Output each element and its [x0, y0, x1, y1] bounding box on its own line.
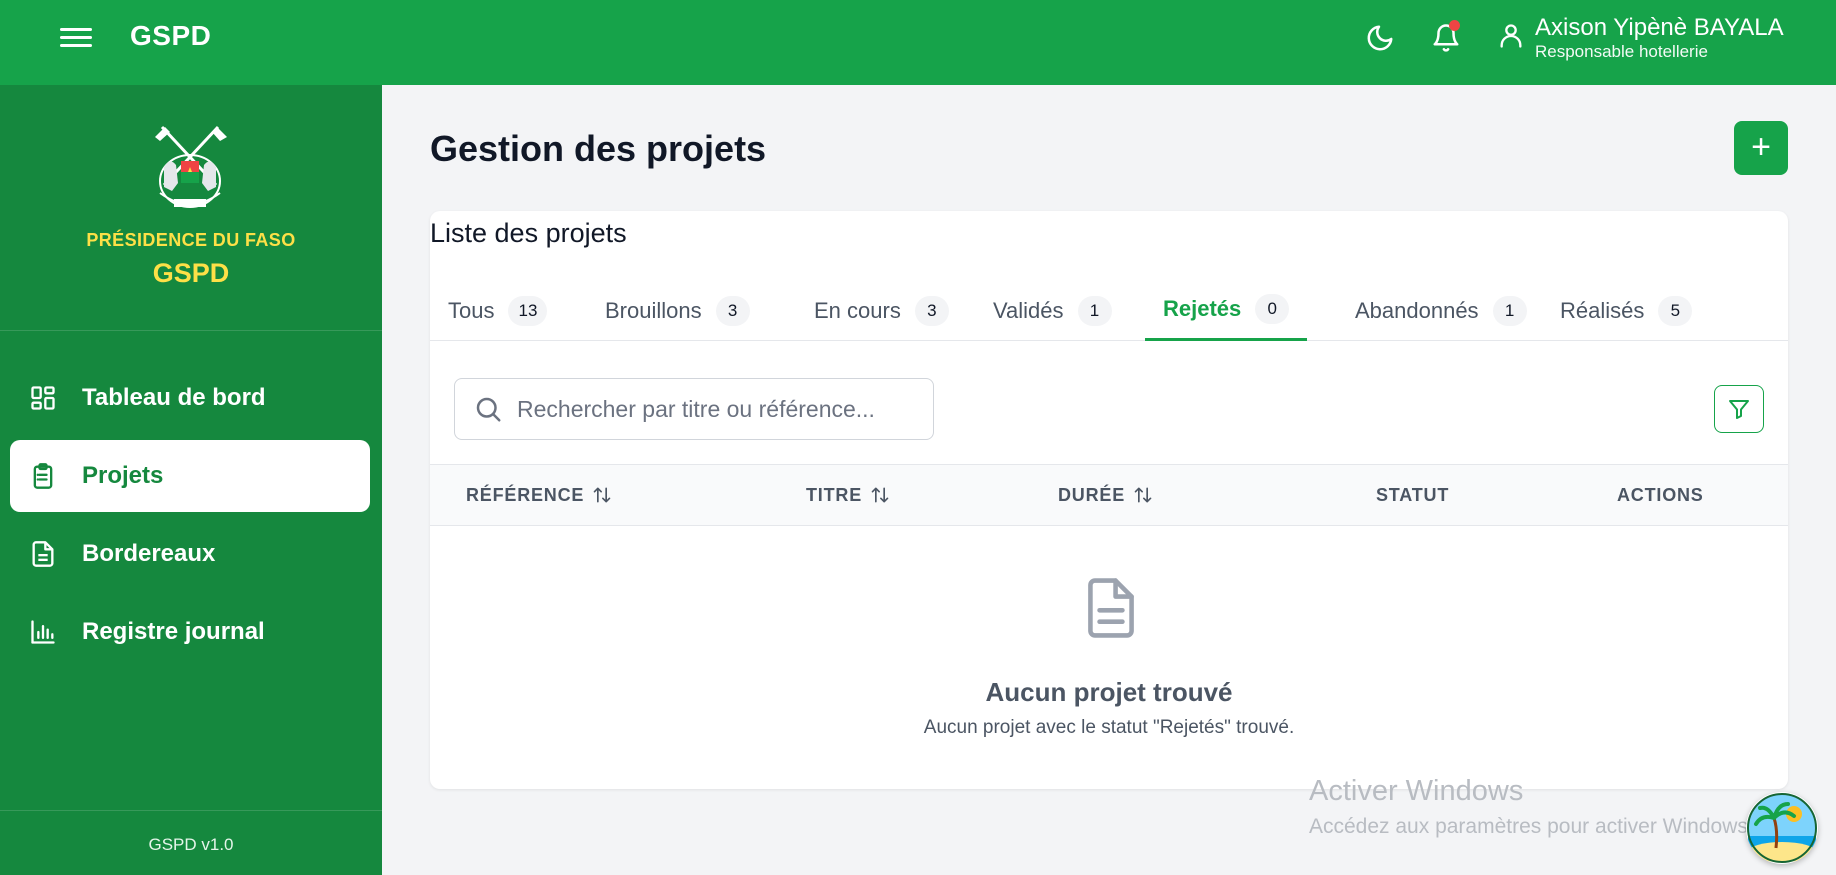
floating-assistant-button[interactable]: [1746, 792, 1818, 864]
column-label: DURÉE: [1058, 484, 1126, 505]
dashboard-grid-icon: [28, 383, 58, 413]
column-statut: STATUT: [1376, 465, 1449, 525]
app-version: GSPD v1.0: [148, 835, 234, 854]
search-box: [454, 378, 934, 440]
tab-count-badge: 0: [1255, 294, 1290, 324]
beach-avatar-icon: [1747, 793, 1817, 863]
filter-icon: [1729, 400, 1749, 419]
windows-activation-title: Activer Windows: [1309, 775, 1524, 807]
tab-count-badge: 1: [1492, 295, 1527, 326]
tab-count-badge: 1: [1077, 295, 1112, 326]
tab-en-cours[interactable]: En cours 3: [796, 280, 967, 341]
tab-label: Validés: [993, 297, 1064, 323]
tab-label: Brouillons: [605, 297, 702, 323]
search-icon: [476, 397, 501, 422]
tab-label: Abandonnés: [1355, 297, 1479, 323]
tab-label: Rejetés: [1163, 296, 1242, 321]
filter-button[interactable]: [1714, 385, 1764, 433]
empty-state-title: Aucun projet trouvé: [985, 677, 1233, 707]
tab-count-badge: 3: [715, 295, 750, 326]
tab-tous[interactable]: Tous 13: [430, 280, 565, 341]
dark-mode-moon-icon[interactable]: [1362, 20, 1398, 56]
card-title: Liste des projets: [430, 218, 627, 248]
empty-document-icon: [1088, 578, 1134, 638]
tab-abandonnes[interactable]: Abandonnés 1: [1337, 280, 1545, 341]
sidebar: PRÉSIDENCE DU FASO GSPD Tableau de bord …: [0, 85, 382, 875]
sort-arrows-icon[interactable]: [1133, 485, 1153, 505]
notification-badge: [1449, 20, 1460, 31]
sidebar-item-projets[interactable]: Projets: [10, 440, 370, 512]
document-icon: [28, 539, 58, 569]
user-role: Responsable hotellerie: [1535, 42, 1708, 61]
tab-label: Réalisés: [1560, 297, 1645, 323]
status-tabs: Tous 13 Brouillons 3 En cours 3 Validés 1 Re…: [430, 280, 1788, 341]
tab-count-badge: 13: [508, 295, 548, 326]
tab-label: Tous: [448, 297, 495, 323]
search-input[interactable]: [517, 395, 897, 423]
column-duree: DURÉE: [1058, 465, 1153, 525]
column-label: TITRE: [806, 484, 862, 505]
top-bar: GSPD Axison Yipènè BAYALA Responsable ho…: [0, 0, 1836, 85]
sidebar-item-tableau-de-bord[interactable]: Tableau de bord: [10, 362, 370, 434]
tab-count-badge: 3: [914, 295, 949, 326]
tab-count-badge: 5: [1658, 295, 1693, 326]
sort-arrows-icon[interactable]: [870, 485, 890, 505]
bar-chart-icon: [28, 617, 58, 647]
tab-brouillons[interactable]: Brouillons 3: [587, 280, 768, 341]
empty-state-message: Aucun projet avec le statut "Rejetés" tr…: [923, 717, 1295, 738]
sidebar-app-name: GSPD: [152, 258, 230, 288]
coat-of-arms-logo: [155, 125, 227, 208]
user-menu[interactable]: Axison Yipènè BAYALA Responsable hotelle…: [1497, 14, 1784, 62]
column-reference: RÉFÉRENCE: [466, 465, 612, 525]
sidebar-item-label: Projets: [82, 462, 164, 489]
sort-arrows-icon[interactable]: [592, 485, 612, 505]
organization-name: PRÉSIDENCE DU FASO: [86, 230, 296, 250]
tab-rejetes[interactable]: Rejetés 0: [1145, 280, 1308, 341]
column-titre: TITRE: [806, 465, 890, 525]
add-project-button[interactable]: +: [1734, 121, 1788, 175]
sidebar-item-registre-journal[interactable]: Registre journal: [10, 596, 370, 668]
sidebar-item-label: Tableau de bord: [82, 384, 266, 411]
notification-bell-icon[interactable]: [1428, 20, 1464, 56]
tab-realises[interactable]: Réalisés 5: [1542, 280, 1710, 341]
sidebar-logo-block: PRÉSIDENCE DU FASO GSPD: [0, 85, 382, 331]
table-header: RÉFÉRENCE TITRE DURÉE STATUT ACTIONS: [430, 464, 1788, 526]
sidebar-item-label: Registre journal: [82, 618, 265, 645]
menu-toggle-icon[interactable]: [60, 24, 92, 52]
sidebar-footer: GSPD v1.0: [0, 810, 382, 875]
user-icon: [1500, 24, 1522, 48]
sidebar-item-bordereaux[interactable]: Bordereaux: [10, 518, 370, 590]
windows-activation-message: Accédez aux paramètres pour activer Wind…: [1309, 815, 1754, 838]
column-actions: ACTIONS: [1617, 465, 1704, 525]
sidebar-item-label: Bordereaux: [82, 540, 216, 567]
user-name: Axison Yipènè BAYALA: [1535, 14, 1784, 41]
projects-card: Liste des projets Tous 13 Brouillons 3 En …: [430, 211, 1788, 789]
tab-label: En cours: [814, 297, 901, 323]
clipboard-icon: [28, 461, 58, 491]
page-title: Gestion des projets: [430, 128, 767, 169]
column-label: RÉFÉRENCE: [466, 484, 585, 505]
column-label: ACTIONS: [1617, 484, 1704, 505]
tab-valides[interactable]: Validés 1: [975, 280, 1130, 341]
app-brand: GSPD: [130, 20, 212, 51]
column-label: STATUT: [1376, 484, 1450, 505]
